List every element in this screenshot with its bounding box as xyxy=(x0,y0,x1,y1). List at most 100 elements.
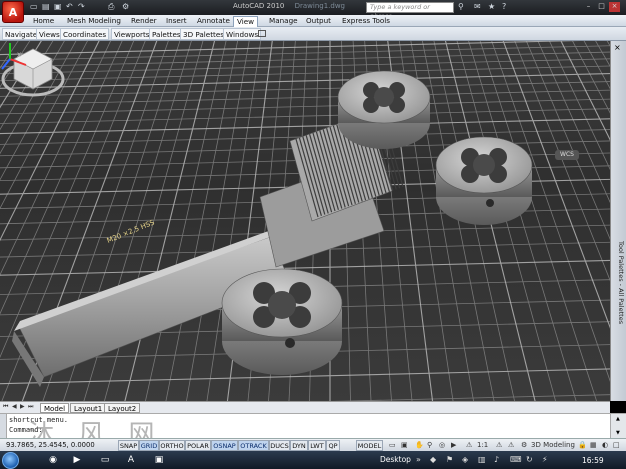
command-line-grip[interactable] xyxy=(0,414,7,439)
osnap-toggle[interactable]: OSNAP xyxy=(211,440,238,451)
tray-network-icon[interactable]: ▥ xyxy=(478,455,486,464)
first-tab-icon[interactable]: ⏮ xyxy=(3,403,8,411)
search-input[interactable]: Type a keyword or phrase xyxy=(366,2,454,20)
tray-app-icon[interactable]: ◈ xyxy=(462,455,468,464)
tab-insert[interactable]: Insert xyxy=(163,16,190,27)
tray-shield-icon[interactable]: ◆ xyxy=(430,455,436,464)
snap-toggle[interactable]: SNAP xyxy=(118,440,139,451)
tray-volume-icon[interactable]: ♪ xyxy=(494,455,499,464)
save-icon[interactable]: ▣ xyxy=(54,2,62,11)
polar-toggle[interactable]: POLAR xyxy=(185,440,211,451)
workspace-switch-icon[interactable]: ⚙ xyxy=(521,441,527,449)
tab-layout1[interactable]: Layout1 xyxy=(70,403,107,413)
tab-annotate[interactable]: Annotate xyxy=(194,16,233,27)
wcs-menu[interactable]: WCS xyxy=(555,150,579,160)
favorites-icon[interactable]: ★ xyxy=(488,2,495,11)
die-front xyxy=(221,268,343,375)
ribbon-minimize-icon[interactable] xyxy=(258,30,266,37)
tray-flag-icon[interactable]: ⚑ xyxy=(446,455,453,464)
tab-mesh-modeling[interactable]: Mesh Modeling xyxy=(64,16,124,27)
application-menu-button[interactable]: A xyxy=(2,1,24,23)
model-viewport[interactable]: M20 ×2.5 HSS WCS X xyxy=(0,41,610,401)
tool-palettes-label: Tool Palettes - All Palettes xyxy=(617,241,625,325)
command-scrollbar[interactable]: ▲ ▼ xyxy=(610,414,626,439)
close-icon[interactable]: × xyxy=(614,44,621,52)
tray-chevron-icon[interactable]: » xyxy=(416,455,421,464)
taskbar-media-icon[interactable]: ▶ xyxy=(68,453,86,467)
panel-navigate[interactable]: Navigate xyxy=(2,28,41,40)
hardware-acceleration-icon[interactable]: ▦ xyxy=(590,441,597,449)
open-icon[interactable]: ▤ xyxy=(42,2,50,11)
zoom-icon[interactable]: ⚲ xyxy=(427,441,432,449)
qp-toggle[interactable]: QP xyxy=(326,440,340,451)
ducs-toggle[interactable]: DUCS xyxy=(269,440,290,451)
taskbar-folder-icon[interactable]: ▭ xyxy=(96,453,114,467)
tab-model[interactable]: Model xyxy=(40,403,70,413)
plot-icon[interactable]: ⎙ xyxy=(108,2,114,12)
showmotion-icon[interactable]: ▶ xyxy=(451,441,456,449)
otrack-toggle[interactable]: OTRACK xyxy=(238,440,269,451)
status-bar: 93.7865, 25.4545, 0.0000 SNAP GRID ORTHO… xyxy=(0,438,626,451)
annotation-visibility-icon[interactable]: ⚠ xyxy=(496,441,502,449)
annotation-scale-value[interactable]: 1:1 xyxy=(477,441,488,449)
start-button[interactable] xyxy=(2,452,19,469)
tray-power-icon[interactable]: ⚡ xyxy=(542,455,548,464)
tray-keyboard-icon[interactable]: ⌨ xyxy=(510,455,522,464)
close-button[interactable]: × xyxy=(609,2,620,12)
redo-icon[interactable]: ↷ xyxy=(78,2,85,11)
taskbar-app2-icon[interactable]: ▣ xyxy=(150,453,168,467)
tab-express-tools[interactable]: Express Tools xyxy=(339,16,393,27)
model-space-toggle[interactable]: MODEL xyxy=(356,440,383,451)
taskbar-autocad-icon[interactable]: A xyxy=(122,453,140,467)
workspace-name[interactable]: 3D Modeling xyxy=(531,441,575,449)
pan-icon[interactable]: ✋ xyxy=(415,441,424,449)
annotation-scale-icon[interactable]: ⚠ xyxy=(466,441,472,449)
clean-screen-icon[interactable]: □ xyxy=(613,441,620,449)
prev-tab-icon[interactable]: ◀ xyxy=(12,403,17,410)
document-name: Drawing1.dwg xyxy=(294,2,345,10)
undo-icon[interactable]: ↶ xyxy=(66,2,73,11)
coordinates-readout[interactable]: 93.7865, 25.4545, 0.0000 xyxy=(6,441,95,449)
ortho-toggle[interactable]: ORTHO xyxy=(159,440,185,451)
workspace-icon[interactable]: ⚙ xyxy=(122,2,129,11)
last-tab-icon[interactable]: ⏭ xyxy=(28,403,33,411)
panel-palettes[interactable]: Palettes xyxy=(149,28,184,40)
panel-3d-palettes[interactable]: 3D Palettes xyxy=(180,28,228,40)
panel-windows[interactable]: Windows xyxy=(223,28,262,40)
maximize-button[interactable]: □ xyxy=(596,2,607,12)
tab-view[interactable]: View xyxy=(233,16,259,27)
tool-palettes-strip[interactable]: × Tool Palettes - All Palettes xyxy=(610,41,626,401)
tab-manage[interactable]: Manage xyxy=(266,16,301,27)
tab-render[interactable]: Render xyxy=(128,16,160,27)
quick-view-layouts-icon[interactable]: ▭ xyxy=(389,441,396,449)
new-icon[interactable]: ▭ xyxy=(30,2,38,11)
layout-tabs-bar: ⏮ ◀ ▶ ⏭ Model Layout1 Layout2 xyxy=(0,401,610,413)
scroll-down-icon[interactable]: ▼ xyxy=(616,430,620,436)
tab-home[interactable]: Home xyxy=(30,16,57,27)
lock-icon[interactable]: 🔒 xyxy=(578,441,587,449)
tab-layout2[interactable]: Layout2 xyxy=(104,403,141,413)
desktop-toolbar[interactable]: Desktop xyxy=(380,455,411,464)
help-icon[interactable]: ? xyxy=(502,2,506,11)
die-right xyxy=(435,136,533,225)
isolate-objects-icon[interactable]: ◐ xyxy=(602,441,608,449)
next-tab-icon[interactable]: ▶ xyxy=(20,403,25,410)
scroll-up-icon[interactable]: ▲ xyxy=(616,416,620,422)
viewport-canvas: M20 ×2.5 HSS xyxy=(0,41,610,401)
quick-view-drawings-icon[interactable]: ▣ xyxy=(401,441,408,449)
panel-coordinates[interactable]: Coordinates xyxy=(60,28,110,40)
communication-center-icon[interactable]: ✉ xyxy=(474,2,481,11)
grid-toggle[interactable]: GRID xyxy=(139,440,159,451)
tab-output[interactable]: Output xyxy=(303,16,334,27)
binoculars-icon[interactable]: ⚲ xyxy=(458,2,464,11)
panel-views[interactable]: Views xyxy=(36,28,63,40)
panel-viewports[interactable]: Viewports xyxy=(111,28,153,40)
steeringwheel-icon[interactable]: ◎ xyxy=(439,441,445,449)
minimize-button[interactable]: – xyxy=(583,2,594,12)
taskbar-app-icon[interactable]: ◉ xyxy=(44,453,62,467)
lwt-toggle[interactable]: LWT xyxy=(308,440,326,451)
tray-update-icon[interactable]: ↻ xyxy=(526,455,533,464)
dyn-toggle[interactable]: DYN xyxy=(290,440,308,451)
clock[interactable]: 16:59 xyxy=(582,456,604,465)
autoscale-icon[interactable]: ⚠ xyxy=(508,441,514,449)
